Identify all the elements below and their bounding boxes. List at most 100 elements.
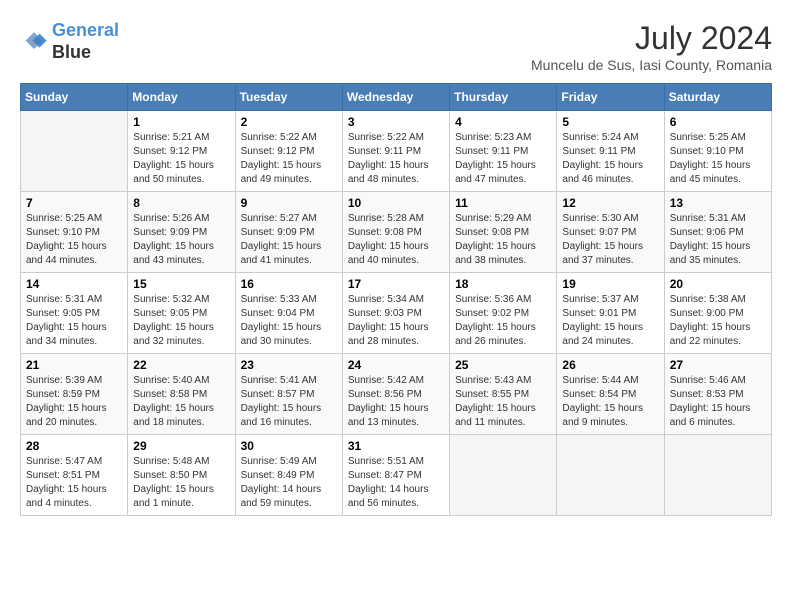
day-info: Sunrise: 5:31 AM Sunset: 9:05 PM Dayligh… [26, 293, 122, 349]
logo-general: General [52, 20, 119, 40]
day-number: 14 [26, 277, 122, 291]
calendar-cell: 25Sunrise: 5:43 AM Sunset: 8:55 PM Dayli… [450, 354, 557, 435]
day-number: 6 [670, 115, 766, 129]
day-info: Sunrise: 5:41 AM Sunset: 8:57 PM Dayligh… [241, 374, 337, 430]
calendar-cell: 24 Sunrise: 5:42 AM Sunset: 8:56 PM Dayli… [342, 354, 449, 435]
day-info: Sunrise: 5:22 AM Sunset: 9:12 PM Dayligh… [241, 131, 337, 187]
logo-icon [20, 28, 48, 56]
logo: General Blue [20, 20, 119, 63]
calendar-cell: 28 Sunrise: 5:47 AM Sunset: 8:51 PM Dayli… [21, 435, 128, 516]
day-number: 3 [348, 115, 444, 129]
day-number: 7 [26, 196, 122, 210]
day-info: Sunrise: 5:49 AM Sunset: 8:49 PM Dayligh… [241, 455, 337, 511]
day-info: Sunrise: 5:21 AM Sunset: 9:12 PM Dayligh… [133, 131, 229, 187]
calendar-cell [21, 111, 128, 192]
day-number: 27 [670, 358, 766, 372]
calendar-cell: 14 Sunrise: 5:31 AM Sunset: 9:05 PM Dayli… [21, 273, 128, 354]
calendar-cell: 4Sunrise: 5:23 AM Sunset: 9:11 PM Daylig… [450, 111, 557, 192]
calendar-week-row: 1 Sunrise: 5:21 AM Sunset: 9:12 PM Daylig… [21, 111, 772, 192]
calendar-cell: 20Sunrise: 5:38 AM Sunset: 9:00 PM Dayli… [664, 273, 771, 354]
day-number: 29 [133, 439, 229, 453]
calendar-cell [664, 435, 771, 516]
calendar-cell: 2 Sunrise: 5:22 AM Sunset: 9:12 PM Daylig… [235, 111, 342, 192]
calendar-week-row: 14 Sunrise: 5:31 AM Sunset: 9:05 PM Dayli… [21, 273, 772, 354]
day-number: 25 [455, 358, 551, 372]
day-info: Sunrise: 5:32 AM Sunset: 9:05 PM Dayligh… [133, 293, 229, 349]
calendar-cell: 29Sunrise: 5:48 AM Sunset: 8:50 PM Dayli… [128, 435, 235, 516]
location: Muncelu de Sus, Iasi County, Romania [531, 57, 772, 73]
calendar-cell [450, 435, 557, 516]
day-info: Sunrise: 5:27 AM Sunset: 9:09 PM Dayligh… [241, 212, 337, 268]
day-number: 23 [241, 358, 337, 372]
calendar-cell: 22 Sunrise: 5:40 AM Sunset: 8:58 PM Dayli… [128, 354, 235, 435]
day-number: 16 [241, 277, 337, 291]
logo-blue-word: Blue [52, 42, 91, 62]
calendar-week-row: 21 Sunrise: 5:39 AM Sunset: 8:59 PM Dayli… [21, 354, 772, 435]
day-info: Sunrise: 5:46 AM Sunset: 8:53 PM Dayligh… [670, 374, 766, 430]
day-info: Sunrise: 5:28 AM Sunset: 9:08 PM Dayligh… [348, 212, 444, 268]
day-info: Sunrise: 5:23 AM Sunset: 9:11 PM Dayligh… [455, 131, 551, 187]
day-number: 30 [241, 439, 337, 453]
day-info: Sunrise: 5:40 AM Sunset: 8:58 PM Dayligh… [133, 374, 229, 430]
weekday-header: Sunday [21, 84, 128, 111]
calendar-week-row: 28 Sunrise: 5:47 AM Sunset: 8:51 PM Dayli… [21, 435, 772, 516]
calendar-cell: 15Sunrise: 5:32 AM Sunset: 9:05 PM Dayli… [128, 273, 235, 354]
calendar-cell: 10 Sunrise: 5:28 AM Sunset: 9:08 PM Dayli… [342, 192, 449, 273]
logo-text: General Blue [52, 20, 119, 63]
calendar-cell: 16 Sunrise: 5:33 AM Sunset: 9:04 PM Dayli… [235, 273, 342, 354]
day-info: Sunrise: 5:22 AM Sunset: 9:11 PM Dayligh… [348, 131, 444, 187]
day-info: Sunrise: 5:39 AM Sunset: 8:59 PM Dayligh… [26, 374, 122, 430]
calendar-table: SundayMondayTuesdayWednesdayThursdayFrid… [20, 83, 772, 516]
calendar-cell: 17Sunrise: 5:34 AM Sunset: 9:03 PM Dayli… [342, 273, 449, 354]
day-info: Sunrise: 5:36 AM Sunset: 9:02 PM Dayligh… [455, 293, 551, 349]
calendar-cell: 31Sunrise: 5:51 AM Sunset: 8:47 PM Dayli… [342, 435, 449, 516]
day-info: Sunrise: 5:42 AM Sunset: 8:56 PM Dayligh… [348, 374, 444, 430]
calendar-cell: 1 Sunrise: 5:21 AM Sunset: 9:12 PM Daylig… [128, 111, 235, 192]
day-number: 10 [348, 196, 444, 210]
calendar-cell: 8 Sunrise: 5:26 AM Sunset: 9:09 PM Daylig… [128, 192, 235, 273]
calendar-cell: 19 Sunrise: 5:37 AM Sunset: 9:01 PM Dayli… [557, 273, 664, 354]
day-info: Sunrise: 5:44 AM Sunset: 8:54 PM Dayligh… [562, 374, 658, 430]
calendar-cell: 5Sunrise: 5:24 AM Sunset: 9:11 PM Daylig… [557, 111, 664, 192]
day-info: Sunrise: 5:30 AM Sunset: 9:07 PM Dayligh… [562, 212, 658, 268]
day-number: 8 [133, 196, 229, 210]
day-number: 9 [241, 196, 337, 210]
day-number: 1 [133, 115, 229, 129]
calendar-cell: 6 Sunrise: 5:25 AM Sunset: 9:10 PM Daylig… [664, 111, 771, 192]
day-number: 26 [562, 358, 658, 372]
day-number: 12 [562, 196, 658, 210]
day-number: 19 [562, 277, 658, 291]
calendar-cell: 30 Sunrise: 5:49 AM Sunset: 8:49 PM Dayli… [235, 435, 342, 516]
day-info: Sunrise: 5:25 AM Sunset: 9:10 PM Dayligh… [670, 131, 766, 187]
day-number: 17 [348, 277, 444, 291]
weekday-header: Wednesday [342, 84, 449, 111]
day-info: Sunrise: 5:47 AM Sunset: 8:51 PM Dayligh… [26, 455, 122, 511]
calendar-cell: 11 Sunrise: 5:29 AM Sunset: 9:08 PM Dayli… [450, 192, 557, 273]
calendar-cell: 18Sunrise: 5:36 AM Sunset: 9:02 PM Dayli… [450, 273, 557, 354]
calendar-cell: 13Sunrise: 5:31 AM Sunset: 9:06 PM Dayli… [664, 192, 771, 273]
day-number: 20 [670, 277, 766, 291]
calendar-cell: 12 Sunrise: 5:30 AM Sunset: 9:07 PM Dayli… [557, 192, 664, 273]
calendar-header-row: SundayMondayTuesdayWednesdayThursdayFrid… [21, 84, 772, 111]
day-info: Sunrise: 5:51 AM Sunset: 8:47 PM Dayligh… [348, 455, 444, 511]
day-number: 13 [670, 196, 766, 210]
weekday-header: Friday [557, 84, 664, 111]
weekday-header: Thursday [450, 84, 557, 111]
weekday-header: Tuesday [235, 84, 342, 111]
calendar-cell: 21 Sunrise: 5:39 AM Sunset: 8:59 PM Dayli… [21, 354, 128, 435]
day-number: 2 [241, 115, 337, 129]
day-number: 28 [26, 439, 122, 453]
day-number: 11 [455, 196, 551, 210]
day-info: Sunrise: 5:37 AM Sunset: 9:01 PM Dayligh… [562, 293, 658, 349]
calendar-cell: 27 Sunrise: 5:46 AM Sunset: 8:53 PM Dayli… [664, 354, 771, 435]
day-info: Sunrise: 5:33 AM Sunset: 9:04 PM Dayligh… [241, 293, 337, 349]
calendar-cell: 7Sunrise: 5:25 AM Sunset: 9:10 PM Daylig… [21, 192, 128, 273]
calendar-cell: 3 Sunrise: 5:22 AM Sunset: 9:11 PM Daylig… [342, 111, 449, 192]
day-number: 22 [133, 358, 229, 372]
day-info: Sunrise: 5:26 AM Sunset: 9:09 PM Dayligh… [133, 212, 229, 268]
day-number: 5 [562, 115, 658, 129]
calendar-cell: 9 Sunrise: 5:27 AM Sunset: 9:09 PM Daylig… [235, 192, 342, 273]
day-number: 24 [348, 358, 444, 372]
day-number: 21 [26, 358, 122, 372]
day-info: Sunrise: 5:29 AM Sunset: 9:08 PM Dayligh… [455, 212, 551, 268]
